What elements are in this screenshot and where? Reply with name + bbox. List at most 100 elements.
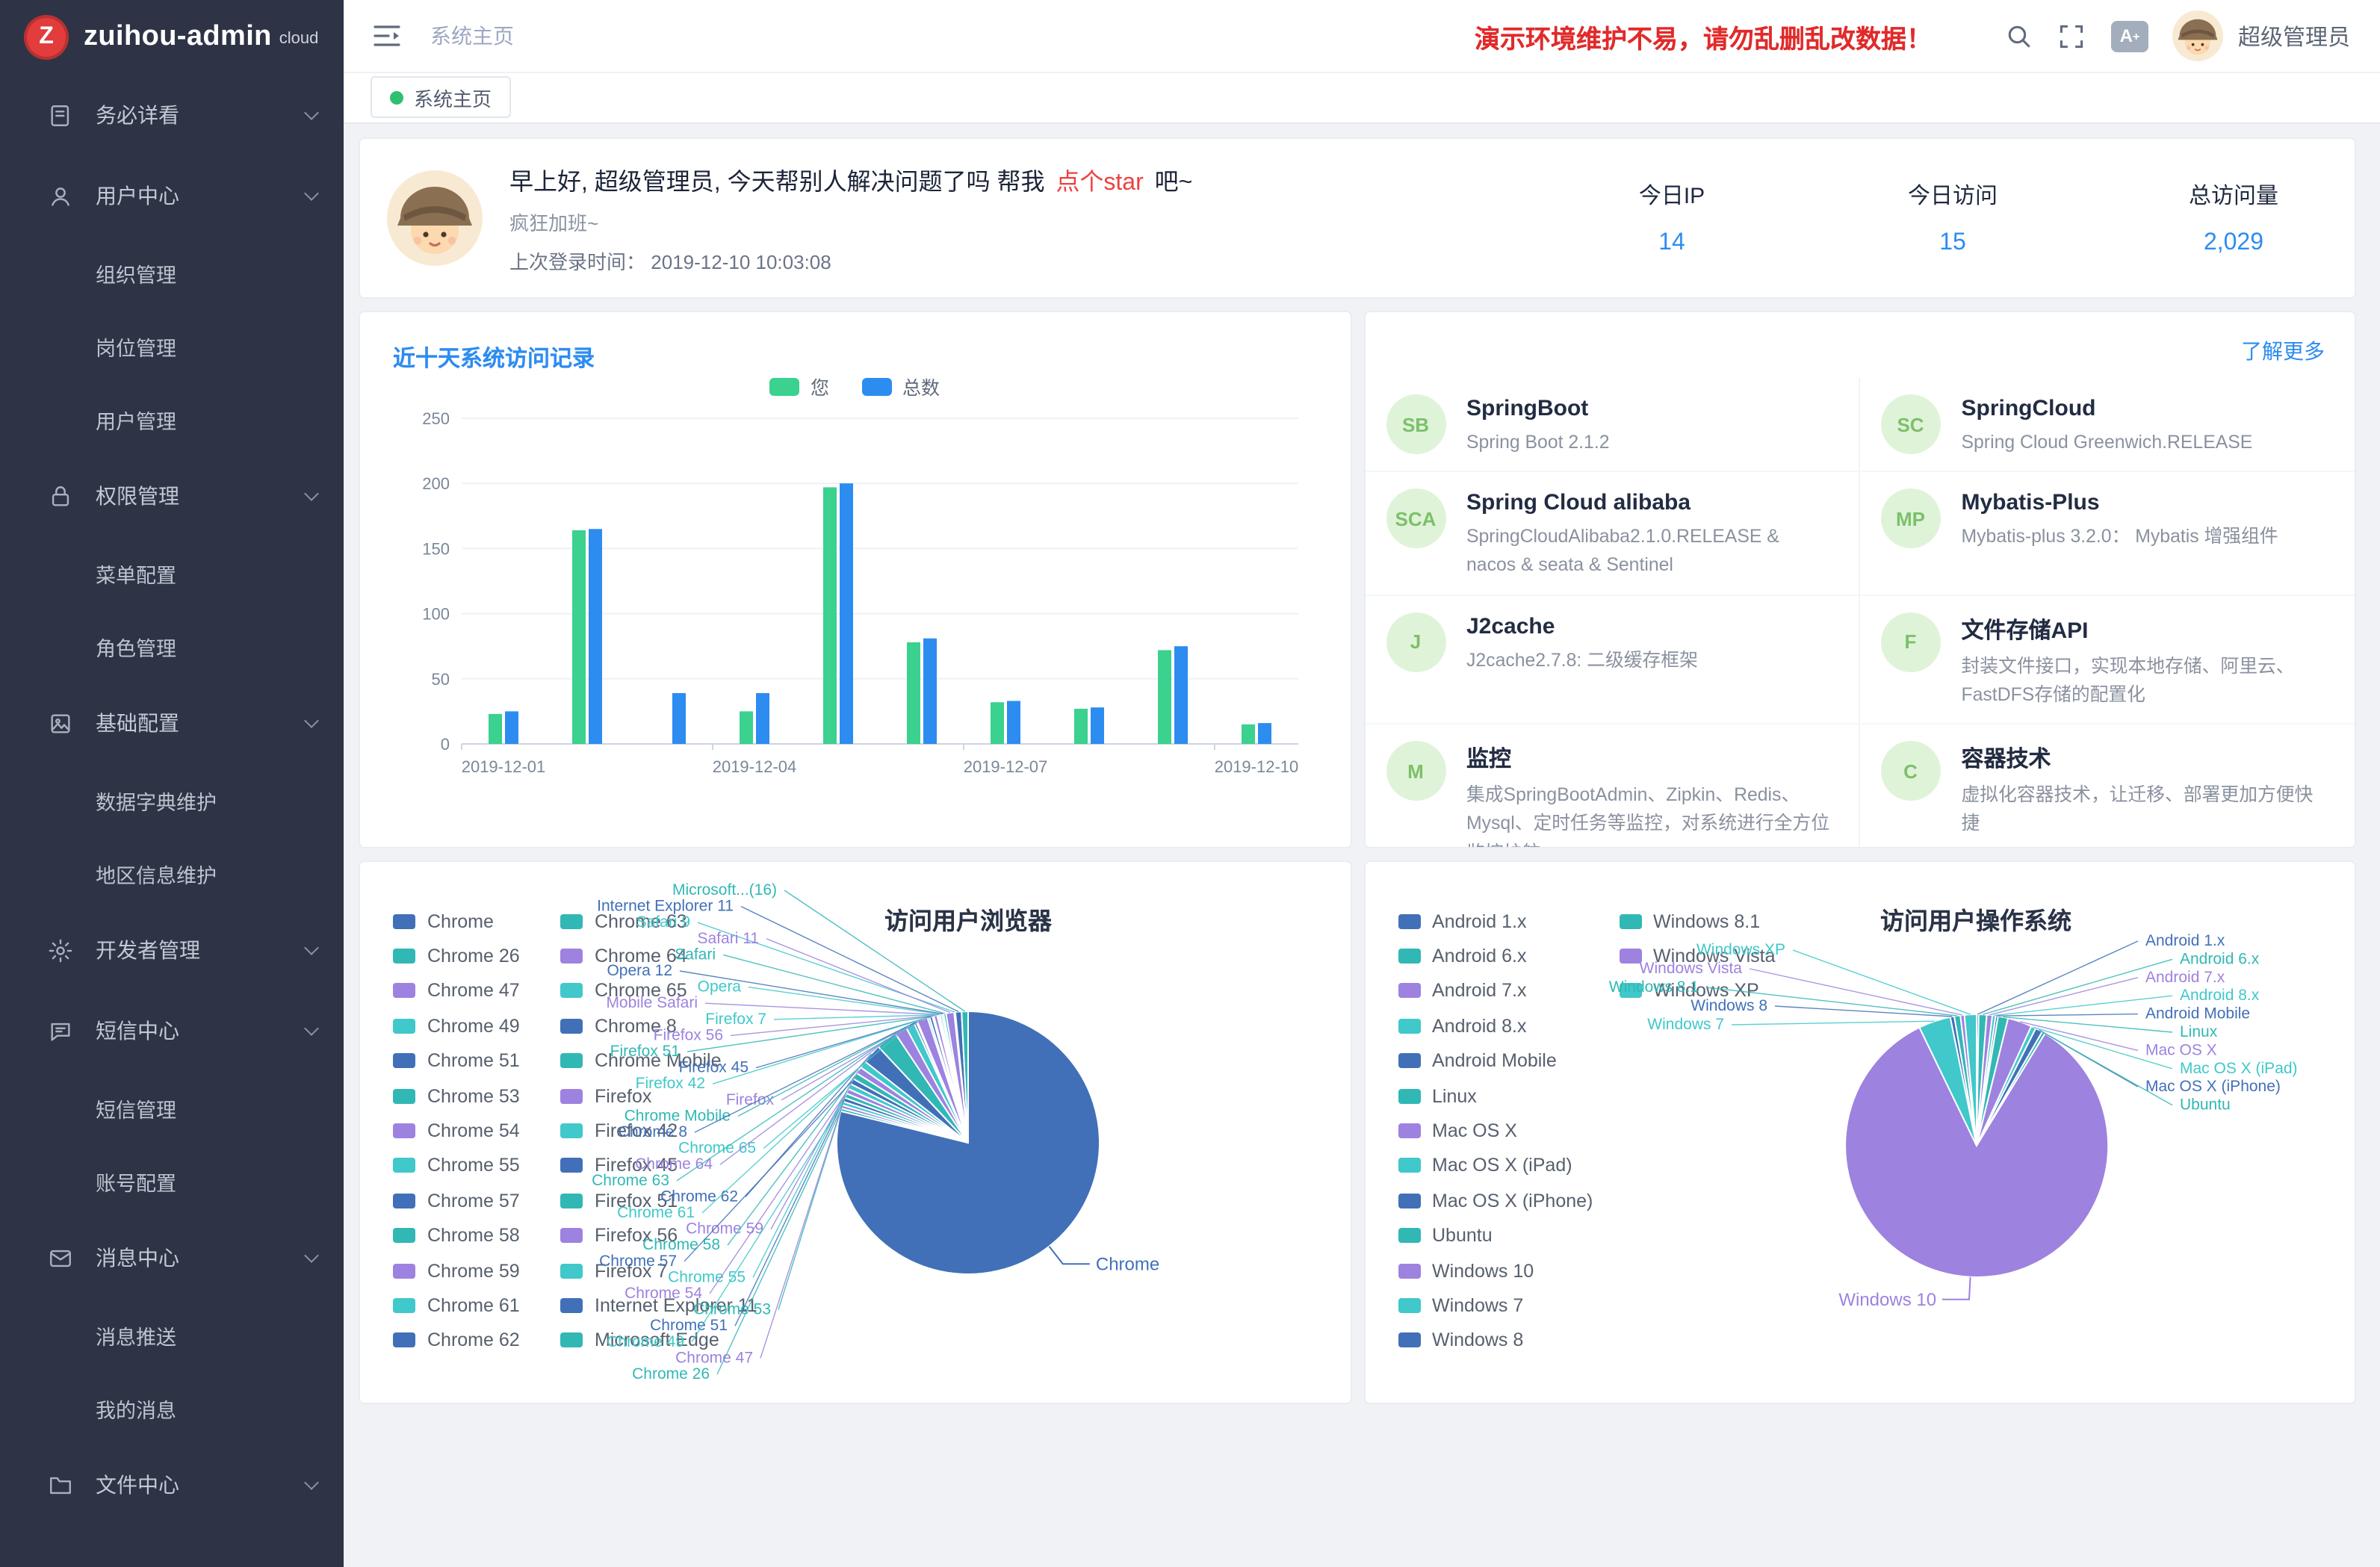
bar-您[interactable] [991,702,1004,744]
bar-您[interactable] [1242,724,1255,744]
bar-您[interactable] [1074,709,1088,744]
legend-item[interactable]: Android 8.x [1398,1008,1619,1043]
sidebar-subitem[interactable]: 组织管理 [0,236,344,309]
legend-item[interactable]: Chrome 58 [393,1218,560,1253]
legend-item[interactable]: Firefox 7 [560,1253,728,1288]
pie-slice-Opera 12[interactable] [942,1014,968,1143]
bar-总数[interactable] [1091,707,1104,744]
bar-总数[interactable] [1174,646,1188,744]
bar-总数[interactable] [1258,723,1271,744]
sidebar-item-6[interactable]: 消息中心 [0,1217,344,1298]
search-icon[interactable] [2006,23,2032,49]
sidebar-item-1[interactable]: 用户中心 [0,155,344,236]
legend-item[interactable]: Chrome 55 [393,1148,560,1183]
legend-item[interactable]: 您 [770,372,829,400]
legend-item[interactable]: 总数 [862,372,940,400]
bar-总数[interactable] [589,529,602,744]
legend-item[interactable]: Internet Explorer 11 [560,1288,728,1324]
pie-slice-Chrome 53[interactable] [845,1093,968,1143]
legend-item[interactable]: Chrome 63 [560,904,728,939]
sidebar-item-2[interactable]: 权限管理 [0,456,344,536]
legend-item[interactable]: Android Mobile [1398,1043,1619,1079]
pie-slice-Linux[interactable] [1976,1016,2007,1146]
sidebar-subitem[interactable]: 地区信息维护 [0,837,344,910]
legend-item[interactable]: Mac OS X (iPad) [1398,1148,1619,1183]
pie-slice-Internet Explorer 11[interactable] [955,1011,968,1143]
legend-item[interactable]: Chrome 57 [393,1183,560,1218]
legend-item[interactable]: Windows 8 [1398,1323,1619,1358]
pie-slice-Android 8.x[interactable] [1976,1015,1995,1146]
pie-slice-Firefox 42[interactable] [928,1017,968,1143]
bar-您[interactable] [823,487,837,744]
sidebar-subitem[interactable]: 我的消息 [0,1371,344,1445]
pie-slice-Windows XP[interactable] [1964,1014,1976,1146]
sidebar-subitem[interactable]: 短信管理 [0,1071,344,1144]
legend-item[interactable]: Chrome 47 [393,974,560,1009]
pie-slice-Chrome 51[interactable] [843,1098,968,1143]
pie-slice-Chrome Mobile[interactable] [917,1022,968,1143]
pie-slice-Android 6.x[interactable] [1976,1014,1986,1146]
breadcrumb[interactable]: 系统主页 [430,21,514,51]
legend-item[interactable]: Chrome 54 [393,1114,560,1149]
legend-item[interactable]: Chrome 62 [393,1323,560,1358]
legend-item[interactable]: Chrome Mobile [560,1043,728,1079]
legend-item[interactable]: Android 1.x [1398,904,1619,939]
legend-item[interactable]: Chrome 26 [393,939,560,974]
sidebar-item-3[interactable]: 基础配置 [0,683,344,763]
bar-您[interactable] [1158,650,1171,744]
bar-您[interactable] [907,642,920,744]
sidebar-item-5[interactable]: 短信中心 [0,990,344,1071]
pie-slice-Android Mobile[interactable] [1976,1016,1998,1146]
sidebar-subitem[interactable]: 消息推送 [0,1298,344,1371]
legend-item[interactable]: Chrome 61 [393,1288,560,1324]
pie-slice-Chrome[interactable] [837,1011,1100,1274]
pie-slice-Ubuntu[interactable] [1976,1031,2045,1146]
menu-collapse-icon[interactable] [374,24,400,48]
pie-slice-Chrome 63[interactable] [878,1034,968,1143]
legend-item[interactable]: Firefox 51 [560,1183,728,1218]
pie-slice-Chrome 54[interactable] [846,1089,968,1143]
sidebar-subitem[interactable]: 账号配置 [0,1144,344,1217]
user-avatar[interactable] [2172,10,2223,61]
bar-您[interactable] [740,711,753,744]
pie-slice-Chrome 64[interactable] [895,1027,968,1143]
pie-slice-Mac OS X (iPad)[interactable] [1976,1026,2035,1146]
pie-slice-Android 1.x[interactable] [1976,1014,1978,1146]
legend-item[interactable]: Mac OS X [1398,1114,1619,1149]
pie-slice-Android 7.x[interactable] [1976,1015,1992,1146]
learn-more-link[interactable]: 了解更多 [2241,336,2325,366]
legend-item[interactable]: Chrome 8 [560,1008,728,1043]
pie-slice-Firefox 7[interactable] [937,1015,968,1143]
legend-item[interactable]: Microsoft Edge [560,1323,728,1358]
pie-slice-Chrome 59[interactable] [857,1067,968,1143]
star-link[interactable]: 点个star [1056,170,1143,196]
sidebar-subitem[interactable]: 菜单配置 [0,536,344,609]
legend-item[interactable]: Firefox 56 [560,1218,728,1253]
pie-slice-Windows 8.1[interactable] [1953,1015,1976,1146]
pie-slice-Firefox 45[interactable] [929,1017,968,1143]
sidebar-subitem[interactable]: 数据字典维护 [0,763,344,837]
pie-slice-Chrome 61[interactable] [861,1061,968,1143]
pie-slice-Chrome 49[interactable] [842,1102,968,1143]
pie-slice-Mac OS X[interactable] [1976,1018,2030,1146]
bar-总数[interactable] [672,693,686,744]
sidebar-subitem[interactable]: 用户管理 [0,382,344,456]
legend-item[interactable]: Chrome 65 [560,974,728,1009]
sidebar-item-7[interactable]: 文件中心 [0,1445,344,1525]
legend-item[interactable]: Windows XP [1619,974,1840,1009]
bar-您[interactable] [489,714,502,744]
tab-home[interactable]: 系统主页 [371,76,511,118]
legend-item[interactable]: Firefox 42 [560,1114,728,1149]
legend-item[interactable]: Chrome 59 [393,1253,560,1288]
pie-slice-Safari[interactable] [943,1014,968,1143]
sidebar-item-4[interactable]: 开发者管理 [0,910,344,990]
legend-item[interactable]: Chrome 49 [393,1008,560,1043]
pie-slice-Firefox 56[interactable] [934,1015,968,1143]
font-size-icon[interactable]: A+ [2111,20,2148,52]
legend-item[interactable]: Android 7.x [1398,974,1619,1009]
pie-slice-Windows 8[interactable] [1950,1017,1976,1146]
username[interactable]: 超级管理员 [2238,20,2350,52]
bar-总数[interactable] [840,483,853,744]
pie-slice-Chrome 55[interactable] [849,1084,968,1143]
pie-slice-Mobile Safari[interactable] [938,1014,968,1143]
